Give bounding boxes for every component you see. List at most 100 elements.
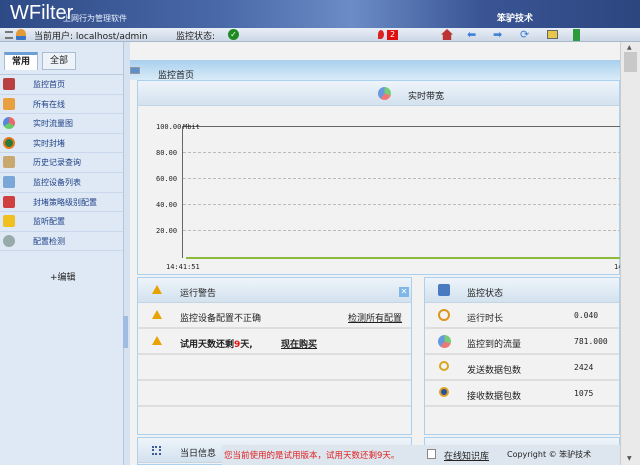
close-icon[interactable]: ✕ xyxy=(399,287,409,297)
scroll-down-icon[interactable]: ▼ xyxy=(627,455,632,462)
status-value: 0.040 xyxy=(574,311,599,320)
sidebar-item-policy[interactable]: 封堵策略级别配置 xyxy=(0,193,123,213)
bandwidth-header: 实时带宽 xyxy=(138,81,619,106)
info-icon xyxy=(152,446,161,455)
status-row: 运行时长 0.040 xyxy=(425,303,619,329)
alert-count-badge[interactable]: 2 xyxy=(387,30,398,40)
warning-text: 监控设备配置不正确 xyxy=(180,314,262,324)
edit-link[interactable]: +编辑 xyxy=(50,270,76,283)
warning-icon xyxy=(152,336,162,345)
copyright: Copyright © 笨驴技术 xyxy=(507,450,592,459)
status-header: 监控状态 xyxy=(425,278,619,303)
y-tick-40: 40.00 xyxy=(156,201,178,209)
sidebar-menu: 监控首页 所有在线 实时流量图 实时封堵 历史记录查询 监控设备列表 封堵策略级… xyxy=(0,74,123,252)
check-all-config-link[interactable]: 检测所有配置 xyxy=(348,311,402,324)
warnings-header: 运行警告 ✕ xyxy=(138,278,411,303)
sidebar-item-traffic-chart[interactable]: 实时流量图 xyxy=(0,114,123,134)
status-label: 发送数据包数 xyxy=(467,366,522,376)
status-value: 781.000 xyxy=(574,337,608,346)
clock-icon xyxy=(438,309,450,321)
forward-icon[interactable]: ➡ xyxy=(493,29,502,40)
sidebar-item-home[interactable]: 监控首页 xyxy=(0,75,123,95)
pie-chart-icon xyxy=(378,87,391,100)
sidebar-item-listen-config[interactable]: 监听配置 xyxy=(0,212,123,232)
y-tick-80: 80.00 xyxy=(156,149,178,157)
logout-icon[interactable] xyxy=(573,29,580,41)
scrollbar-thumb[interactable] xyxy=(624,52,637,72)
warning-icon xyxy=(152,285,162,294)
bandwidth-chart: 100.00 Mbit 80.00 60.00 40.00 20.00 14:4… xyxy=(138,107,622,275)
sidebar-item-history[interactable]: 历史记录查询 xyxy=(0,153,123,173)
collapse-sidebar-handle[interactable] xyxy=(123,316,128,348)
status-row: 接收数据包数 1075 xyxy=(425,381,619,407)
monitor-status-label: 监控状态: xyxy=(176,32,216,42)
y-tick-100: 100.00 xyxy=(156,123,182,131)
sidebar-item-online[interactable]: 所有在线 xyxy=(0,95,123,115)
monitor-icon xyxy=(130,67,140,74)
sidebar-item-config-check[interactable]: 配置检测 xyxy=(0,232,123,252)
bandwidth-title: 实时带宽 xyxy=(408,92,445,102)
status-value: 2424 xyxy=(574,363,594,372)
logo-subtitle: 上网行为管理软件 xyxy=(63,14,127,23)
status-row: 发送数据包数 2424 xyxy=(425,355,619,381)
trial-text-pre: 试用天数还剩 xyxy=(180,340,235,350)
status-ok-icon: ✓ xyxy=(228,29,239,40)
x-tick-start: 14:41:51 xyxy=(166,263,200,271)
monitor-icon xyxy=(3,175,15,188)
sidebar-item-devices[interactable]: 监控设备列表 xyxy=(0,173,123,193)
menu-icon[interactable] xyxy=(5,31,13,39)
warning-row: 监控设备配置不正确 检测所有配置 xyxy=(138,303,411,329)
refresh-icon[interactable]: ⟳ xyxy=(520,29,529,41)
pie-chart-icon xyxy=(3,117,15,130)
warnings-panel: 运行警告 ✕ 监控设备配置不正确 检测所有配置 试用天数还剩9天, 现在购买 xyxy=(137,277,412,435)
empty-row xyxy=(138,381,411,407)
tab-all[interactable]: 全部 xyxy=(42,52,76,70)
sidebar: 常用 全部 监控首页 所有在线 实时流量图 实时封堵 历史记录查询 监控设备列表… xyxy=(0,42,123,465)
alert-pin-icon[interactable] xyxy=(378,30,384,39)
status-value: 1075 xyxy=(574,389,594,398)
brand-name: 笨驴技术 xyxy=(497,14,534,24)
status-panel: 监控状态 运行时长 0.040 监控到的流量 781.000 发送数据包数 2424 … xyxy=(424,277,620,435)
home-icon[interactable] xyxy=(441,29,453,40)
upload-packet-icon xyxy=(439,361,449,371)
trial-notice: 您当前使用的是试用版本，试用天数还剩9天。 xyxy=(224,451,400,461)
y-unit: Mbit xyxy=(183,123,200,131)
status-label: 运行时长 xyxy=(467,314,504,324)
home-icon xyxy=(3,78,15,90)
users-icon xyxy=(3,97,15,110)
sidebar-item-block[interactable]: 实时封堵 xyxy=(0,134,123,154)
policy-warning-icon xyxy=(3,195,15,208)
warning-gear-icon xyxy=(3,215,15,228)
warning-row: 试用天数还剩9天, 现在购买 xyxy=(138,329,411,355)
daily-info-title: 当日信息 xyxy=(180,449,217,459)
pie-chart-icon xyxy=(438,335,451,348)
back-icon[interactable]: ⬅ xyxy=(467,29,476,40)
status-title: 监控状态 xyxy=(467,289,504,299)
edit-note-icon xyxy=(427,449,436,459)
status-row: 监控到的流量 781.000 xyxy=(425,329,619,355)
trial-warning-text: 试用天数还剩9天, xyxy=(180,337,253,350)
y-tick-20: 20.00 xyxy=(156,227,178,235)
globe-icon xyxy=(3,136,15,149)
gear-check-icon xyxy=(3,234,15,247)
scroll-up-icon[interactable]: ▲ xyxy=(627,44,632,51)
user-icon xyxy=(16,29,26,40)
clipboard-icon xyxy=(3,156,15,169)
app-header: WFilter 上网行为管理软件 笨驴技术 xyxy=(0,0,640,28)
empty-row xyxy=(138,355,411,381)
knowledge-base-link[interactable]: 在线知识库 xyxy=(444,449,489,462)
monitor-globe-icon xyxy=(438,284,450,296)
trial-text-post: 天, xyxy=(240,340,253,350)
tab-common[interactable]: 常用 xyxy=(4,52,38,70)
status-label: 接收数据包数 xyxy=(467,392,522,402)
sidebar-splitter[interactable] xyxy=(123,42,130,465)
y-tick-60: 60.00 xyxy=(156,175,178,183)
vertical-scrollbar[interactable]: ▲ ▼ xyxy=(620,42,640,465)
buy-now-link[interactable]: 现在购买 xyxy=(281,337,317,350)
traffic-line xyxy=(186,257,621,259)
print-icon[interactable] xyxy=(547,30,558,39)
footer: 您当前使用的是试用版本，试用天数还剩9天。 在线知识库 Copyright © … xyxy=(222,445,620,465)
warning-icon xyxy=(152,310,162,319)
status-label: 监控到的流量 xyxy=(467,340,522,350)
bandwidth-panel: 实时带宽 100.00 Mbit 80.00 60.00 40.00 20.00… xyxy=(137,80,622,275)
